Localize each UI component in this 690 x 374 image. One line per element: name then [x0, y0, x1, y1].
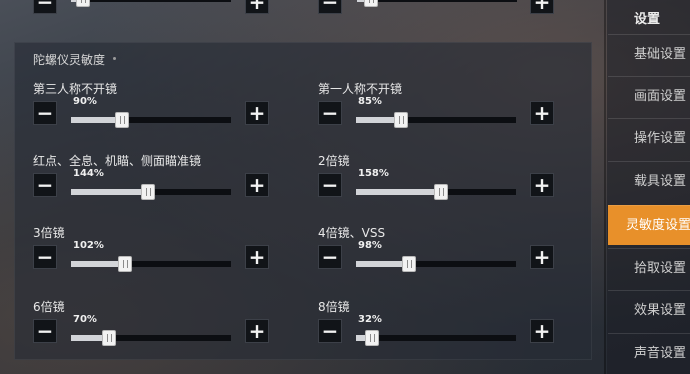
setting-value: 32% [358, 314, 382, 325]
minus-button[interactable]: − [33, 101, 57, 125]
slider-fill [356, 261, 409, 267]
prev-slider-thumb[interactable] [76, 0, 90, 7]
setting-5: 4倍镜、VSS − 98% + [318, 224, 558, 280]
minus-button[interactable]: − [318, 173, 342, 197]
plus-button[interactable]: + [530, 245, 554, 269]
sidebar-item-pickup[interactable]: 拾取设置 [608, 248, 690, 288]
slider-track[interactable] [71, 330, 231, 346]
sidebar-item-audio[interactable]: 声音设置 [608, 333, 690, 373]
section-title: 陀螺仪灵敏度 [33, 53, 106, 67]
setting-value: 98% [358, 240, 382, 251]
prev-minus-button[interactable]: − [33, 0, 57, 14]
setting-label: 4倍镜、VSS [318, 226, 386, 240]
slider-track[interactable] [356, 112, 516, 128]
slider-fill [356, 189, 441, 195]
setting-1: 第一人称不开镜 − 85% + [318, 80, 558, 136]
prev-minus-button-2[interactable]: − [318, 0, 342, 14]
setting-label: 2倍镜 [318, 154, 350, 168]
slider-thumb[interactable] [102, 330, 117, 346]
setting-6: 6倍镜 − 70% + [33, 298, 273, 354]
setting-7: 8倍镜 − 32% + [318, 298, 558, 354]
plus-button[interactable]: + [530, 319, 554, 343]
minus-button[interactable]: − [33, 173, 57, 197]
prev-slider-thumb-2[interactable] [364, 0, 378, 7]
slider-thumb[interactable] [365, 330, 379, 346]
slider-fill [71, 189, 148, 195]
info-dot-icon [113, 57, 116, 60]
setting-2: 红点、全息、机瞄、侧面瞄准镜 − 144% + [33, 152, 273, 208]
sidebar-title: 设置 [634, 12, 661, 27]
setting-3: 2倍镜 − 158% + [318, 152, 558, 208]
slider-thumb[interactable] [393, 112, 408, 128]
minus-button[interactable]: − [318, 101, 342, 125]
sidebar-item-effects[interactable]: 效果设置 [608, 290, 690, 330]
setting-value: 158% [358, 168, 389, 179]
slider-thumb[interactable] [401, 256, 416, 272]
minus-button[interactable]: − [33, 245, 57, 269]
setting-label: 3倍镜 [33, 226, 65, 240]
prev-plus-button-2[interactable]: + [530, 0, 554, 14]
setting-label: 第一人称不开镜 [318, 82, 403, 96]
sidebar-item-graphics[interactable]: 画面设置 [608, 76, 690, 116]
minus-button[interactable]: − [33, 319, 57, 343]
slider-track[interactable] [71, 256, 231, 272]
slider-fill [71, 261, 126, 267]
setting-label: 第三人称不开镜 [33, 82, 118, 96]
setting-4: 3倍镜 − 102% + [33, 224, 273, 280]
prev-plus-button[interactable]: + [245, 0, 269, 14]
slider-thumb[interactable] [115, 112, 130, 128]
setting-value: 90% [73, 96, 97, 107]
minus-button[interactable]: − [318, 245, 342, 269]
plus-button[interactable]: + [245, 245, 269, 269]
slider-track[interactable] [71, 112, 231, 128]
setting-value: 85% [358, 96, 382, 107]
sidebar-item-sensitivity[interactable]: 灵敏度设置 [608, 205, 690, 245]
setting-value: 102% [73, 240, 104, 251]
slider-track[interactable] [356, 184, 516, 200]
slider-track[interactable] [356, 330, 516, 346]
plus-button[interactable]: + [245, 101, 269, 125]
setting-label: 红点、全息、机瞄、侧面瞄准镜 [33, 154, 202, 168]
sidebar-item-vehicle[interactable]: 载具设置 [608, 161, 690, 201]
slider-thumb[interactable] [433, 184, 448, 200]
sidebar-item-controls[interactable]: 操作设置 [608, 118, 690, 158]
slider-track[interactable] [71, 184, 231, 200]
setting-label: 6倍镜 [33, 300, 65, 314]
slider-thumb[interactable] [118, 256, 133, 272]
minus-button[interactable]: − [318, 319, 342, 343]
setting-value: 144% [73, 168, 104, 179]
slider-track[interactable] [356, 256, 516, 272]
plus-button[interactable]: + [245, 173, 269, 197]
slider-thumb[interactable] [140, 184, 155, 200]
plus-button[interactable]: + [245, 319, 269, 343]
prev-slider-track[interactable] [71, 0, 231, 7]
sidebar-item-basic[interactable]: 基础设置 [608, 34, 690, 74]
panel-divider [604, 0, 606, 374]
prev-slider-track-2[interactable] [357, 0, 517, 7]
setting-0: 第三人称不开镜 − 90% + [33, 80, 273, 136]
setting-value: 70% [73, 314, 97, 325]
settings-panel: − + − + 陀螺仪灵敏度 第三人称不开镜 − 90% + 第一人称不开镜 −… [0, 0, 600, 374]
plus-button[interactable]: + [530, 101, 554, 125]
plus-button[interactable]: + [530, 173, 554, 197]
setting-label: 8倍镜 [318, 300, 350, 314]
